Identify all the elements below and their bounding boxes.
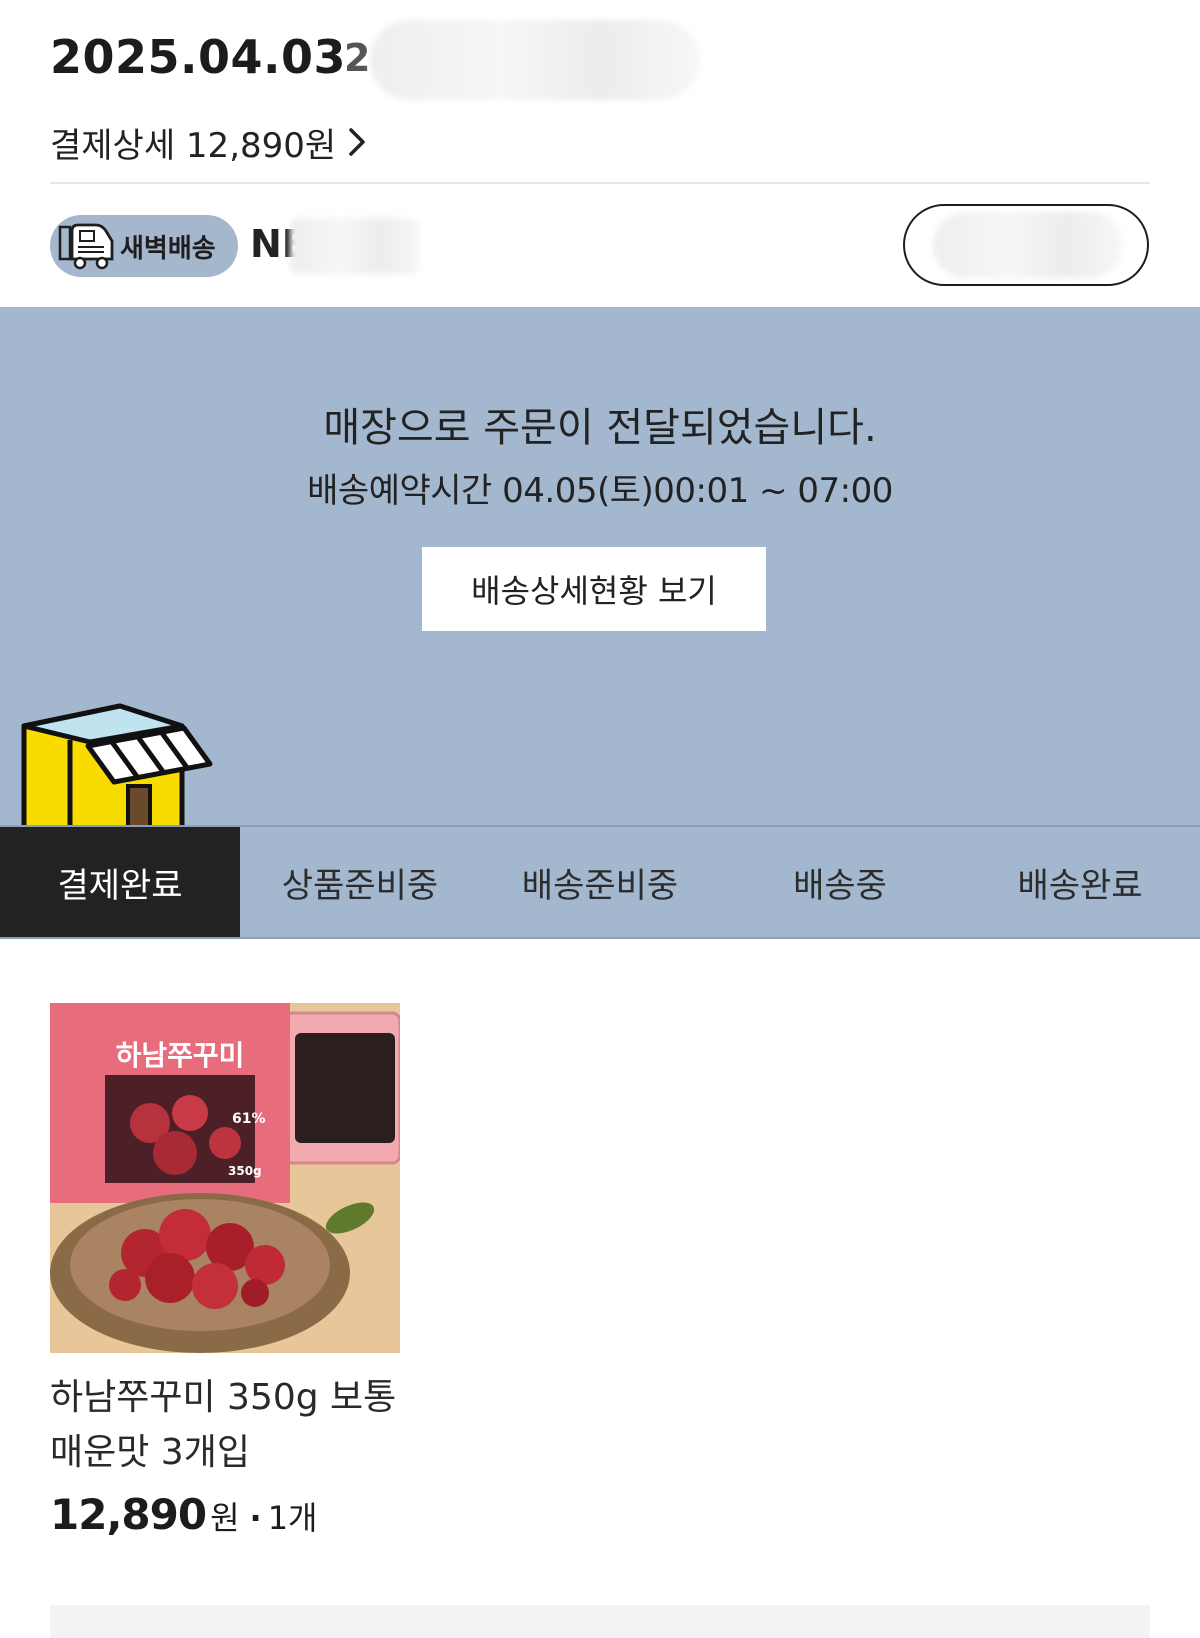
- redacted-store-name: [290, 218, 420, 274]
- order-progress-steps: 결제완료 상품준비중 배송준비중 배송중 배송완료: [0, 825, 1200, 939]
- chevron-right-icon: [346, 125, 368, 159]
- product-price-line: 12,890 원 · 1개: [50, 1490, 318, 1539]
- product-price: 12,890: [50, 1490, 207, 1539]
- truck-icon: [58, 223, 114, 270]
- package-brand-text: 하남쭈꾸미: [116, 1039, 245, 1072]
- product-quantity: 1개: [267, 1499, 318, 1537]
- step-preparing-delivery[interactable]: 배송준비중: [480, 827, 720, 937]
- order-status-banner: 매장으로 주문이 전달되었습니다. 배송예약시간 04.05(토)00:01 ~…: [0, 307, 1200, 828]
- product-name[interactable]: 하남쭈꾸미 350g 보통매운맛 3개입: [50, 1370, 410, 1480]
- order-date: 2025.04.03: [50, 30, 347, 84]
- product-image[interactable]: 하남쭈꾸미 61% 350g: [50, 1003, 400, 1353]
- redacted-button-label: [933, 212, 1123, 278]
- delivery-schedule: 배송예약시간 04.05(토)00:01 ~ 07:00: [307, 471, 893, 511]
- package-weight-text: 350g: [228, 1164, 262, 1178]
- order-detail-page: 2025.04.03 2 결제상세 12,890원 새벽배송 NE S 매장으로…: [0, 0, 1200, 1638]
- redacted-order-info: [370, 20, 700, 100]
- step-in-delivery[interactable]: 배송중: [720, 827, 960, 937]
- payment-detail-link[interactable]: 결제상세 12,890원: [50, 118, 368, 166]
- store-action-button[interactable]: S: [903, 204, 1149, 286]
- dawn-delivery-badge: 새벽배송: [50, 215, 238, 277]
- price-currency: 원: [210, 1499, 240, 1537]
- store-icon: [21, 703, 213, 828]
- payment-detail-label: 결제상세 12,890원: [50, 125, 337, 166]
- order-number-partial: 2: [344, 36, 371, 80]
- price-separator: ·: [249, 1499, 262, 1537]
- package-badge-text: 61%: [232, 1111, 266, 1127]
- header-divider: [50, 182, 1150, 184]
- delivery-detail-button[interactable]: 배송상세현황 보기: [422, 547, 766, 631]
- bottom-section: [50, 1605, 1150, 1638]
- step-preparing-product[interactable]: 상품준비중: [240, 827, 480, 937]
- dawn-delivery-label: 새벽배송: [120, 233, 216, 264]
- step-delivered[interactable]: 배송완료: [960, 827, 1200, 937]
- step-payment-complete[interactable]: 결제완료: [0, 827, 240, 937]
- status-title: 매장으로 주문이 전달되었습니다.: [323, 405, 877, 451]
